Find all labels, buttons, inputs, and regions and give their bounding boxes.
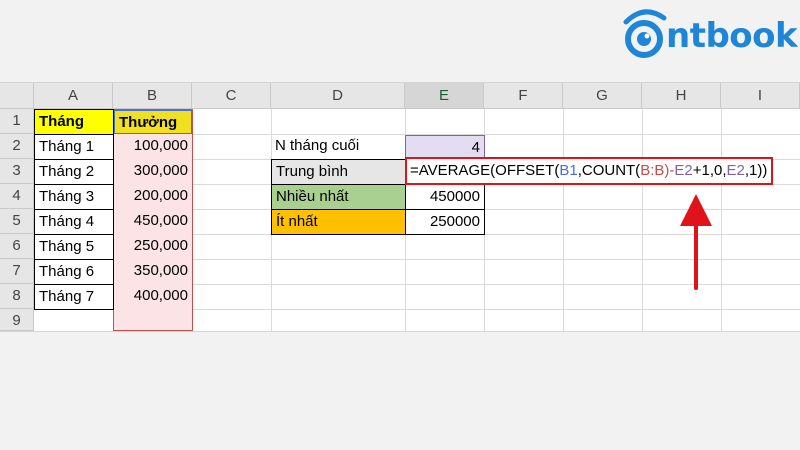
cell-d4-max-label[interactable]: Nhiều nhất [271,184,406,210]
cell-b1[interactable]: Thưởng [114,110,192,134]
cell-b2[interactable]: 100,000 [114,134,192,159]
cell-a5[interactable]: Tháng 4 [34,209,114,235]
formula-ref-e2: E2 [674,162,693,179]
formula-part: ,1)) [744,162,768,179]
formula-part: =AVERAGE(OFFSET( [410,162,560,179]
column-header-c[interactable]: C [192,83,271,109]
cell-b5[interactable]: 450,000 [114,209,192,234]
row-header-8[interactable]: 8 [0,284,34,309]
formula-ref-b1: B1 [559,162,578,179]
column-header-b[interactable]: B [113,83,192,109]
row-header-5[interactable]: 5 [0,209,34,234]
cell-a3[interactable]: Tháng 2 [34,159,114,185]
select-all-corner[interactable] [0,83,34,109]
cell-e2-n-value[interactable]: 4 [405,135,485,159]
red-arrow-up-icon [680,194,712,290]
cell-d5-min-label[interactable]: Ít nhất [271,209,406,235]
column-header-i[interactable]: I [721,83,800,109]
row-header-1[interactable]: 1 [0,109,34,134]
row-header-7[interactable]: 7 [0,259,34,284]
column-header-g[interactable]: G [563,83,642,109]
cell-a7[interactable]: Tháng 6 [34,259,114,285]
formula-ref-bb: B:B [640,162,665,179]
cell-b3[interactable]: 300,000 [114,159,192,184]
formula-part: +1,0, [692,162,727,179]
column-header-f[interactable]: F [484,83,563,109]
formula-part: ,COUNT( [577,162,641,179]
row-header-3[interactable]: 3 [0,159,34,184]
cell-b8[interactable]: 400,000 [114,284,192,309]
cell-a6[interactable]: Tháng 5 [34,234,114,260]
cell-e4-max-value[interactable]: 450000 [405,184,485,210]
row-header-2[interactable]: 2 [0,134,34,159]
cell-d3-avg-label[interactable]: Trung bình [271,159,406,185]
cell-a4[interactable]: Tháng 3 [34,184,114,210]
cell-b4[interactable]: 200,000 [114,184,192,209]
cell-e5-min-value[interactable]: 250000 [405,209,485,235]
cell-b7[interactable]: 350,000 [114,259,192,284]
cell-a1[interactable]: Tháng [34,109,114,135]
column-header-e[interactable]: E [405,83,484,109]
column-header-a[interactable]: A [34,83,113,109]
row-header-9[interactable]: 9 [0,309,34,331]
formula-cell-e3[interactable]: =AVERAGE(OFFSET(B1,COUNT(B:B)-E2+1,0,E2,… [405,157,773,185]
formula-part: )- [664,162,675,179]
formula-ref-e2: E2 [726,162,745,179]
column-header-h[interactable]: H [642,83,721,109]
column-header-d[interactable]: D [271,83,405,109]
cell-a8[interactable]: Tháng 7 [34,284,114,310]
cell-b6[interactable]: 250,000 [114,234,192,259]
row-header-4[interactable]: 4 [0,184,34,209]
row-header-6[interactable]: 6 [0,234,34,259]
logo-text: ntbook [666,16,798,56]
cell-a2[interactable]: Tháng 1 [34,134,114,160]
cell-d2-n-label[interactable]: N tháng cuối [271,134,405,159]
